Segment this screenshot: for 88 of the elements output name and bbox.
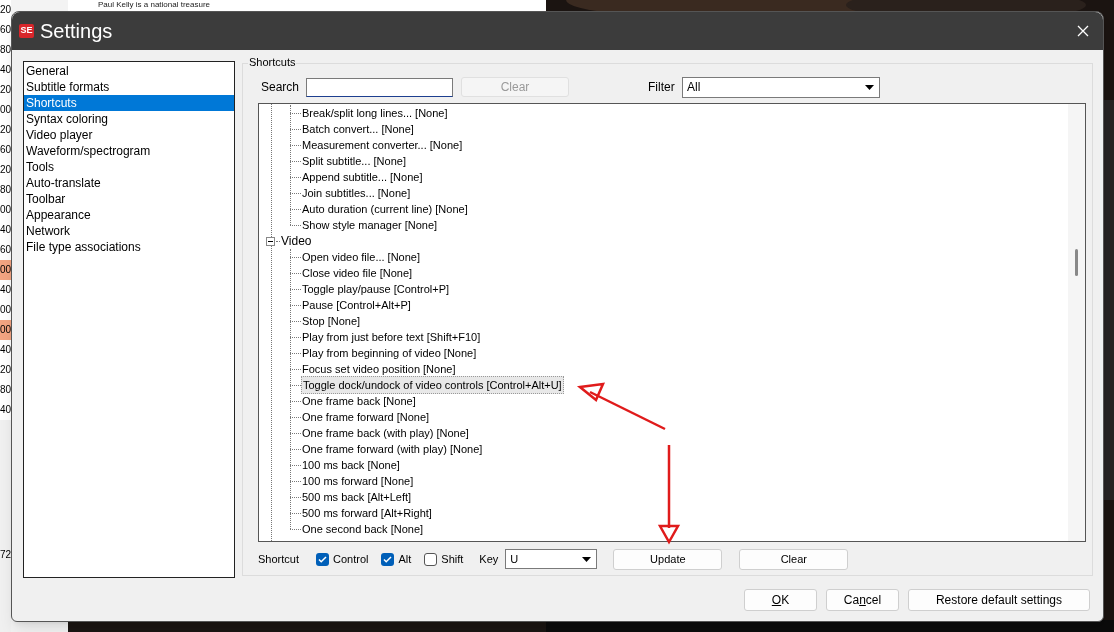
category-item[interactable]: Toolbar (24, 191, 234, 207)
clear-shortcut-button[interactable]: Clear (739, 548, 849, 570)
shortcut-item[interactable]: 100 ms forward [None] (301, 473, 415, 489)
time-cell-text: 40 (0, 223, 11, 237)
category-item[interactable]: Tools (24, 159, 234, 175)
shortcut-item[interactable]: Focus set video position [None] (301, 361, 457, 377)
search-field[interactable] (306, 77, 453, 97)
dropdown-caret-icon (865, 84, 874, 90)
time-cell-text: 20 (0, 363, 11, 377)
time-cell-text: 40 (0, 343, 11, 357)
shortcut-item[interactable]: Auto duration (current line) [None] (301, 201, 469, 217)
shortcut-item[interactable]: Stop [None] (301, 313, 362, 329)
shortcut-item[interactable]: Show style manager [None] (301, 217, 439, 233)
app-logo: SE (19, 24, 34, 38)
time-cell-text: 60 (0, 243, 11, 257)
background-text: 72 (0, 548, 11, 562)
shortcut-item[interactable]: 500 ms forward [Alt+Right] (301, 505, 433, 521)
category-item[interactable]: General (24, 63, 234, 79)
scrollbar[interactable] (1068, 104, 1085, 541)
shortcut-item[interactable]: One second back [None] (301, 521, 425, 537)
shortcut-item[interactable]: Break/split long lines... [None] (301, 105, 449, 121)
time-cell-text: 40 (0, 283, 11, 297)
shortcut-item[interactable]: Play from beginning of video [None] (301, 345, 478, 361)
shortcut-item[interactable]: Play from just before text [Shift+F10] (301, 329, 482, 345)
key-label: Key (479, 551, 500, 567)
key-dropdown[interactable]: U (505, 549, 598, 569)
shortcut-item[interactable]: 500 ms back [Alt+Left] (301, 489, 413, 505)
shortcut-item[interactable]: Pause [Control+Alt+P] (301, 297, 412, 313)
window-title: Settings (40, 19, 113, 44)
shortcut-item[interactable]: One frame back [None] (301, 393, 417, 409)
category-item[interactable]: Network (24, 223, 234, 239)
time-cell-text: 60 (0, 23, 11, 37)
shortcut-label: Shortcut (258, 551, 300, 567)
category-item[interactable]: Appearance (24, 207, 234, 223)
modifier-label: Control (333, 551, 369, 567)
filter-label: Filter (648, 79, 676, 96)
time-cell: 00 (0, 320, 11, 340)
time-cell-text: 80 (0, 383, 11, 397)
shortcut-item[interactable]: One frame forward (with play) [None] (301, 441, 484, 457)
time-cell-text: 20 (0, 163, 11, 177)
modifier-label: Alt (398, 551, 412, 567)
dropdown-caret-icon (582, 556, 592, 562)
time-cell-text: 00 (0, 103, 11, 117)
tree-group[interactable]: Video (281, 233, 312, 249)
category-item[interactable]: Auto-translate (24, 175, 234, 191)
shortcut-item[interactable]: Split subtitle... [None] (301, 153, 407, 169)
time-cell-text: 20 (0, 3, 11, 17)
shortcut-item[interactable]: Measurement converter... [None] (301, 137, 464, 153)
category-item[interactable]: Waveform/spectrogram (24, 143, 234, 159)
category-item[interactable]: Syntax coloring (24, 111, 234, 127)
search-label: Search (260, 79, 301, 96)
shortcut-item[interactable]: Toggle play/pause [Control+P] (301, 281, 451, 297)
shortcut-item[interactable]: Toggle dock/undock of video controls [Control+Alt+U] (301, 376, 564, 394)
category-item[interactable]: Shortcuts (24, 95, 234, 111)
shortcut-item[interactable]: One frame back (with play) [None] (301, 425, 470, 441)
shortcut-item[interactable]: 100 ms back [None] (301, 457, 401, 473)
time-cell-text: 60 (0, 143, 11, 157)
shortcut-item[interactable]: Join subtitles... [None] (301, 185, 412, 201)
shortcut-item[interactable]: Batch convert... [None] (301, 121, 415, 137)
group-title: Shortcuts (248, 56, 297, 68)
category-item[interactable]: Subtitle formats (24, 79, 234, 95)
collapse-icon[interactable] (266, 236, 275, 246)
filter-dropdown[interactable]: All (682, 76, 880, 98)
time-cell-text: 40 (0, 403, 11, 417)
close-icon[interactable] (1077, 25, 1089, 37)
shortcut-item[interactable]: Open video file... [None] (301, 249, 421, 265)
shortcut-item[interactable]: Close video file [None] (301, 265, 414, 281)
time-cell-text: 20 (0, 83, 11, 97)
category-item[interactable]: File type associations (24, 239, 234, 255)
time-cell: 00 (0, 260, 11, 280)
category-item[interactable]: Video player (24, 127, 234, 143)
shortcut-item[interactable]: One frame forward [None] (301, 409, 431, 425)
time-cell-text: 20 (0, 123, 11, 137)
dialog-button[interactable]: Cancel (826, 589, 899, 611)
dialog-button[interactable]: Restore default settings (908, 589, 1090, 611)
modifier-label: Shift (441, 551, 464, 567)
time-cell-text: 80 (0, 43, 11, 57)
time-cell-text: 40 (0, 63, 11, 77)
shortcut-item[interactable]: Append subtitle... [None] (301, 169, 424, 185)
time-cell-text: 80 (0, 183, 11, 197)
time-cell-text: 00 (0, 303, 11, 317)
checkbox[interactable] (316, 552, 329, 566)
update-button[interactable]: Update (613, 548, 723, 570)
checkbox[interactable] (424, 552, 438, 566)
dialog-button[interactable]: OK (744, 589, 817, 611)
time-cell-text: 00 (0, 203, 11, 217)
subtitle-text: Paul Kelly is a national treasure (98, 0, 211, 9)
checkbox[interactable] (381, 552, 395, 566)
